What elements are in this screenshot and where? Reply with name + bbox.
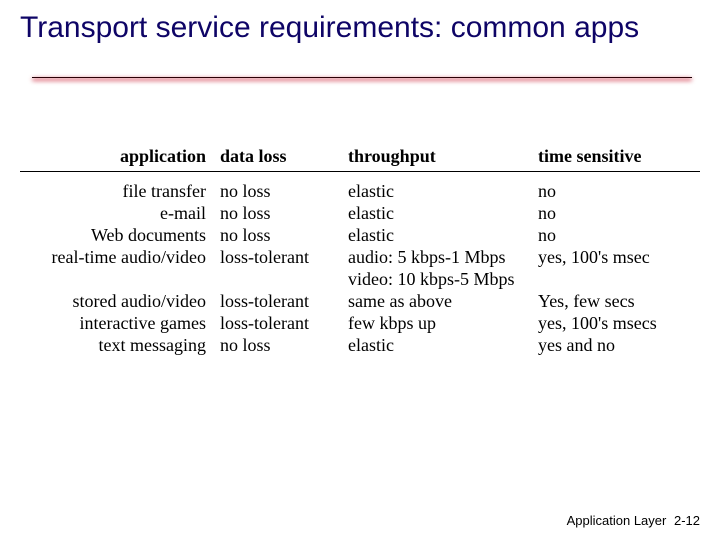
cell-throughput: few kbps up: [344, 312, 534, 334]
cell-throughput: audio: 5 kbps-1 Mbps: [344, 246, 534, 268]
cell-time-sensitive: yes and no: [534, 334, 700, 356]
cell-time-sensitive: [534, 268, 700, 290]
col-header-application: application: [20, 145, 216, 167]
slide-footer: Application Layer 2-12: [567, 513, 700, 528]
cell-time-sensitive: no: [534, 224, 700, 246]
table-row: file transfer no loss elastic no: [20, 180, 700, 202]
cell-throughput: elastic: [344, 180, 534, 202]
cell-data-loss: loss-tolerant: [216, 312, 344, 334]
cell-application: Web documents: [20, 224, 216, 246]
requirements-table: application data loss throughput time se…: [20, 145, 700, 356]
cell-time-sensitive: yes, 100's msecs: [534, 312, 700, 334]
slide-title: Transport service requirements: common a…: [20, 10, 700, 46]
cell-time-sensitive: no: [534, 180, 700, 202]
cell-data-loss: no loss: [216, 224, 344, 246]
cell-time-sensitive: Yes, few secs: [534, 290, 700, 312]
cell-application: real-time audio/video: [20, 246, 216, 268]
cell-application: e-mail: [20, 202, 216, 224]
table-row: video: 10 kbps-5 Mbps: [20, 268, 700, 290]
col-header-data-loss: data loss: [216, 145, 344, 167]
cell-throughput: same as above: [344, 290, 534, 312]
table-row: interactive games loss-tolerant few kbps…: [20, 312, 700, 334]
table-row: stored audio/video loss-tolerant same as…: [20, 290, 700, 312]
table-row: e-mail no loss elastic no: [20, 202, 700, 224]
cell-throughput: elastic: [344, 202, 534, 224]
cell-throughput: elastic: [344, 334, 534, 356]
col-header-time-sensitive: time sensitive: [534, 145, 700, 167]
cell-time-sensitive: no: [534, 202, 700, 224]
cell-application: interactive games: [20, 312, 216, 334]
table-row: Web documents no loss elastic no: [20, 224, 700, 246]
footer-page-number: 2-12: [674, 513, 700, 528]
cell-data-loss: loss-tolerant: [216, 246, 344, 268]
cell-application: file transfer: [20, 180, 216, 202]
table-row: real-time audio/video loss-tolerant audi…: [20, 246, 700, 268]
cell-throughput: video: 10 kbps-5 Mbps: [344, 268, 534, 290]
cell-application: [20, 268, 216, 290]
title-underline: [32, 74, 692, 82]
cell-application: text messaging: [20, 334, 216, 356]
cell-data-loss: no loss: [216, 180, 344, 202]
col-header-throughput: throughput: [344, 145, 534, 167]
table-header-row: application data loss throughput time se…: [20, 145, 700, 172]
cell-data-loss: no loss: [216, 334, 344, 356]
cell-data-loss: no loss: [216, 202, 344, 224]
cell-throughput: elastic: [344, 224, 534, 246]
cell-data-loss: [216, 268, 344, 290]
cell-application: stored audio/video: [20, 290, 216, 312]
cell-time-sensitive: yes, 100's msec: [534, 246, 700, 268]
cell-data-loss: loss-tolerant: [216, 290, 344, 312]
slide: Transport service requirements: common a…: [0, 0, 720, 540]
footer-section: Application Layer: [567, 513, 667, 528]
table-body: file transfer no loss elastic no e-mail …: [20, 180, 700, 356]
table-row: text messaging no loss elastic yes and n…: [20, 334, 700, 356]
